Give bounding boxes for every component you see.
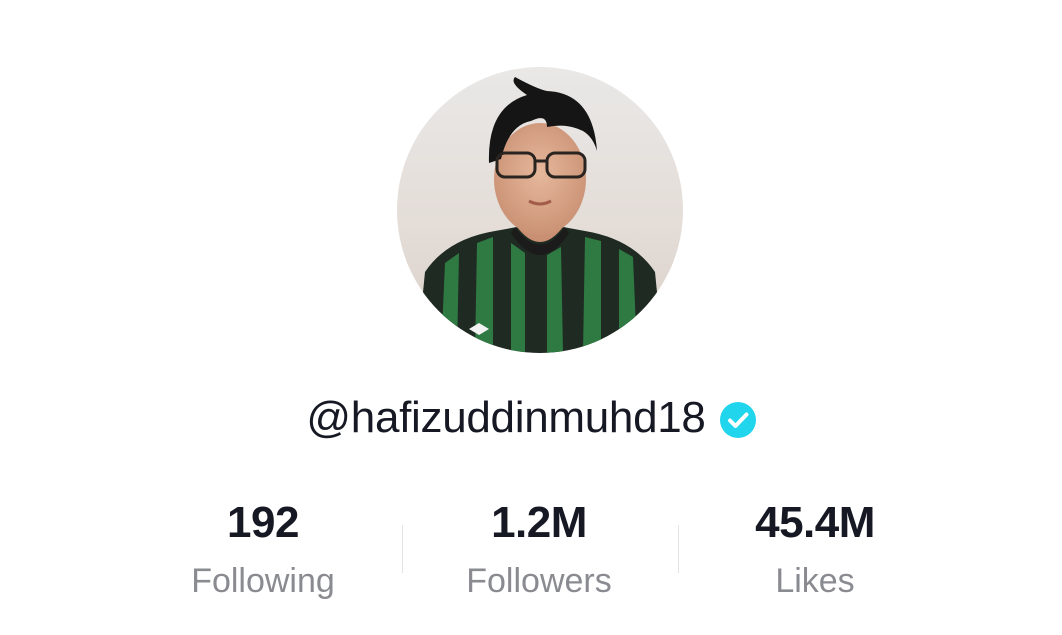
stat-likes: 45.4M Likes	[685, 495, 945, 607]
following-count: 192	[227, 498, 299, 547]
likes-label: Likes	[775, 562, 855, 600]
username: @hafizuddinmuhd18	[306, 393, 706, 442]
profile-stats: 192 Following 1.2M Followers 45.4M Likes	[0, 495, 1062, 615]
stat-followers[interactable]: 1.2M Followers	[409, 495, 669, 607]
likes-count: 45.4M	[755, 498, 875, 547]
stat-divider	[678, 525, 679, 573]
verified-badge-icon	[719, 402, 756, 438]
followers-label: Followers	[466, 562, 612, 600]
stat-following[interactable]: 192 Following	[133, 495, 393, 607]
following-label: Following	[191, 562, 335, 600]
stat-divider	[402, 525, 403, 573]
avatar-photo	[397, 67, 683, 353]
profile-header: @hafizuddinmuhd18 192 Following 1.2M Fol…	[0, 0, 1062, 635]
avatar[interactable]	[397, 67, 683, 353]
followers-count: 1.2M	[491, 498, 587, 547]
username-row: @hafizuddinmuhd18	[0, 388, 1062, 448]
